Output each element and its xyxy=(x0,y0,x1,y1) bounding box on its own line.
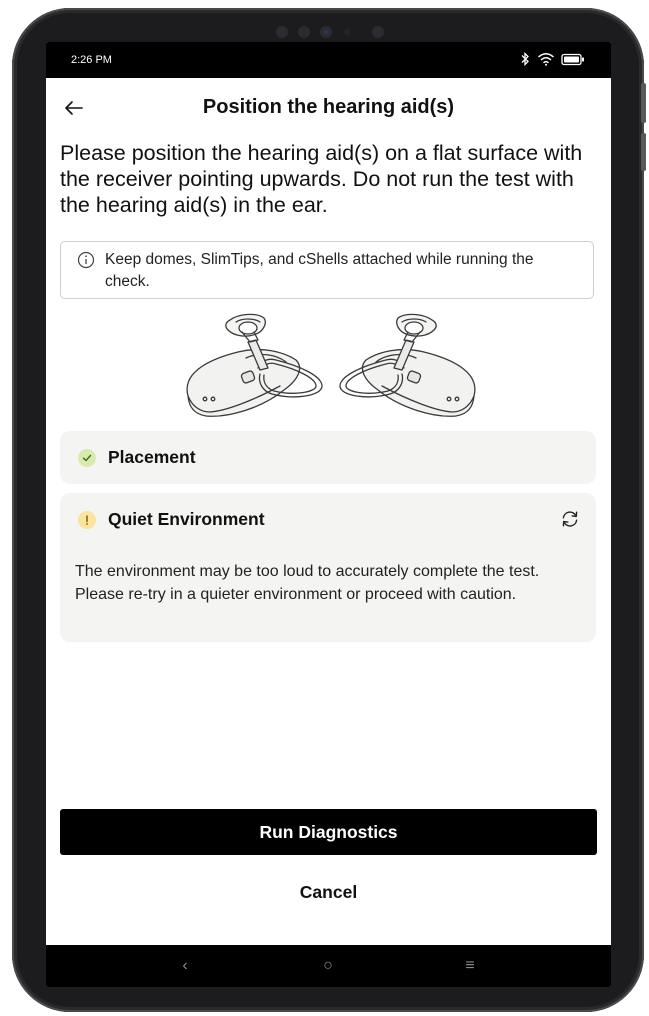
nav-home-icon[interactable]: ○ xyxy=(316,957,340,975)
app-bar: Position the hearing aid(s) xyxy=(46,78,611,138)
camera-icon xyxy=(320,26,332,38)
bluetooth-icon xyxy=(521,52,529,66)
sensor-icon xyxy=(344,29,350,35)
nav-recents-icon[interactable]: ≡ xyxy=(458,957,482,975)
wifi-icon xyxy=(538,53,554,66)
power-button xyxy=(641,83,646,123)
system-nav-bar: ‹ ○ ≡ xyxy=(46,945,611,987)
sensor-icon xyxy=(298,26,310,38)
battery-icon xyxy=(561,53,584,65)
check-title: Placement xyxy=(108,447,196,467)
front-camera xyxy=(276,26,396,38)
check-icon xyxy=(78,449,96,467)
exclamation-icon xyxy=(78,511,96,529)
sensor-icon xyxy=(276,26,288,38)
check-card-quiet-environment: Quiet Environment The environment may be… xyxy=(60,493,596,642)
hearing-aids-illustration xyxy=(186,313,476,417)
sensor-icon xyxy=(372,26,384,38)
cancel-button[interactable]: Cancel xyxy=(60,874,597,910)
instructions-text: Please position the hearing aid(s) on a … xyxy=(60,141,583,217)
tablet-frame: 2:26 PM Position the hearing aid(s) Plea… xyxy=(12,8,646,1012)
status-icons xyxy=(519,52,585,66)
refresh-icon[interactable] xyxy=(558,507,582,531)
info-text: Keep domes, SlimTips, and cShells attach… xyxy=(105,251,534,290)
status-time: 2:26 PM xyxy=(71,54,112,66)
run-diagnostics-button[interactable]: Run Diagnostics xyxy=(60,809,597,855)
info-banner: Keep domes, SlimTips, and cShells attach… xyxy=(60,241,594,299)
info-icon xyxy=(77,251,95,269)
check-description: The environment may be too loud to accur… xyxy=(75,563,540,603)
screen: 2:26 PM Position the hearing aid(s) Plea… xyxy=(46,42,611,987)
check-title: Quiet Environment xyxy=(108,509,265,529)
page-title: Position the hearing aid(s) xyxy=(202,96,455,118)
check-card-placement: Placement xyxy=(60,431,596,484)
volume-button xyxy=(641,133,646,171)
nav-back-icon[interactable]: ‹ xyxy=(173,957,197,975)
status-bar: 2:26 PM xyxy=(46,42,611,78)
